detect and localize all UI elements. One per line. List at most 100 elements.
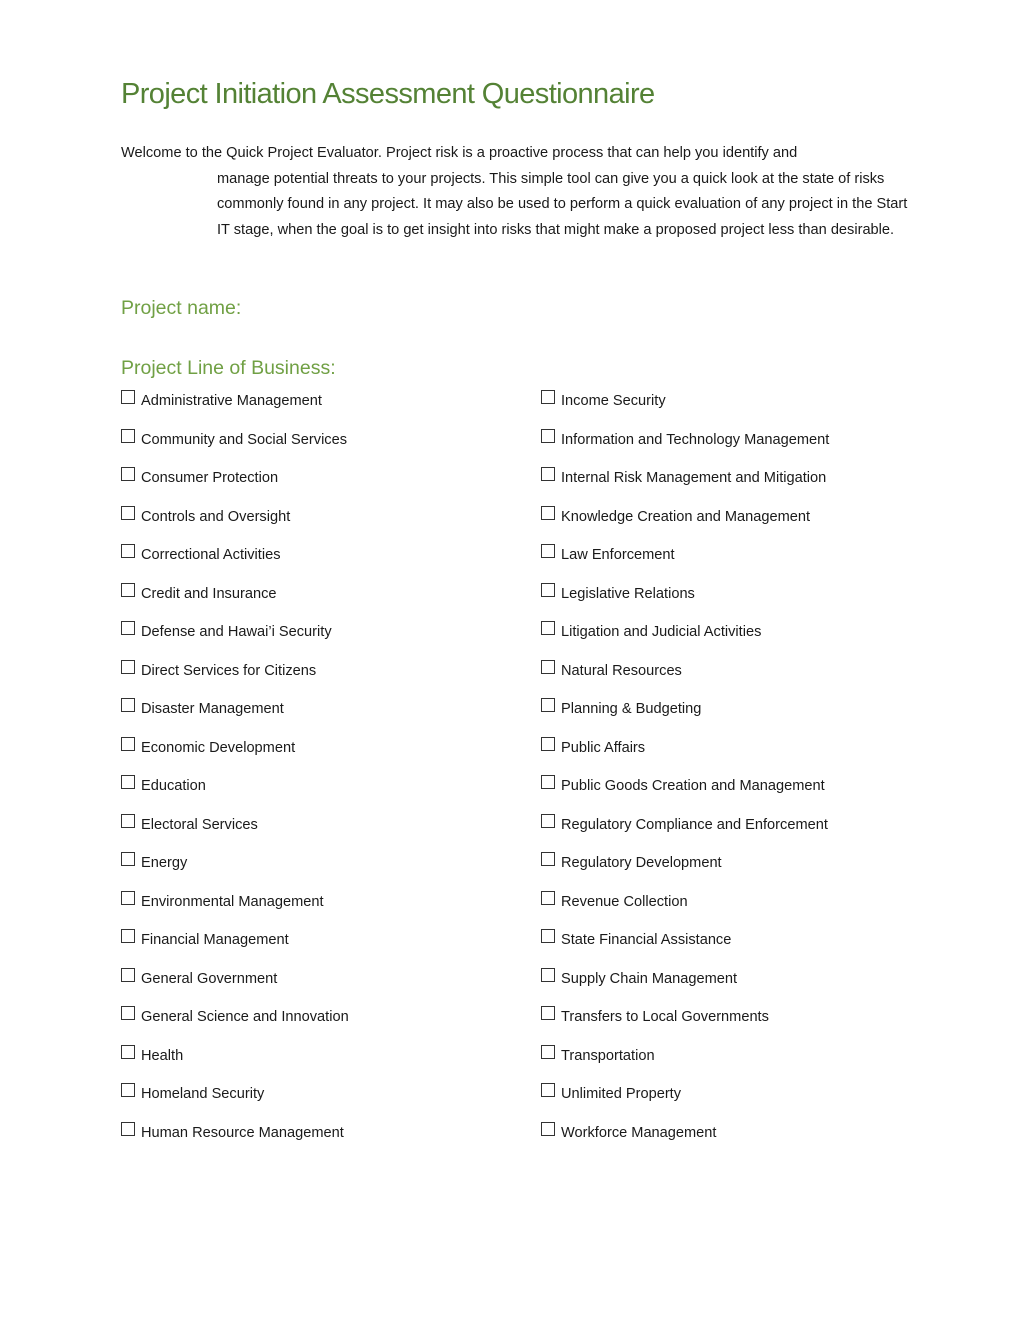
line-of-business-option[interactable]: Consumer Protection <box>121 465 521 504</box>
option-label: Correctional Activities <box>141 547 281 563</box>
checkbox-icon[interactable] <box>121 1006 135 1020</box>
line-of-business-option[interactable]: Disaster Management <box>121 696 521 735</box>
checkbox-icon[interactable] <box>121 467 135 481</box>
checkbox-icon[interactable] <box>121 428 135 443</box>
line-of-business-option[interactable]: Human Resource Management <box>121 1120 521 1159</box>
line-of-business-option[interactable]: Defense and Hawai’i Security <box>121 619 521 658</box>
checkbox-icon[interactable] <box>121 775 135 789</box>
line-of-business-option[interactable]: Direct Services for Citizens <box>121 658 521 697</box>
checkbox-icon[interactable] <box>121 505 135 520</box>
line-of-business-option[interactable]: Community and Social Services <box>121 427 521 466</box>
option-label: Unlimited Property <box>561 1086 682 1102</box>
option-label: Regulatory Development <box>561 855 722 871</box>
line-of-business-option[interactable]: Supply Chain Management <box>541 966 941 1005</box>
checkbox-icon[interactable] <box>121 852 135 866</box>
option-label: Law Enforcement <box>561 547 675 563</box>
option-label: Electoral Services <box>141 816 258 833</box>
checkbox-icon[interactable] <box>541 390 555 404</box>
line-of-business-option[interactable]: Education <box>121 773 521 812</box>
checkbox-icon[interactable] <box>541 736 555 751</box>
checkbox-icon[interactable] <box>121 1121 135 1136</box>
line-of-business-option[interactable]: Regulatory Development <box>541 850 941 889</box>
line-of-business-option[interactable]: Health <box>121 1043 521 1082</box>
line-of-business-option[interactable]: State Financial Assistance <box>541 927 941 966</box>
line-of-business-option[interactable]: General Science and Innovation <box>121 1004 521 1043</box>
checkbox-icon[interactable] <box>541 890 555 905</box>
checkbox-icon[interactable] <box>121 544 135 558</box>
line-of-business-option[interactable]: Regulatory Compliance and Enforcement <box>541 812 941 851</box>
line-of-business-option[interactable]: Information and Technology Management <box>541 427 941 466</box>
checkbox-icon[interactable] <box>121 582 135 597</box>
checkbox-icon[interactable] <box>121 1044 135 1059</box>
checkbox-icon[interactable] <box>541 1121 555 1136</box>
line-of-business-option[interactable]: Legislative Relations <box>541 581 941 620</box>
checkbox-icon[interactable] <box>541 698 555 712</box>
checkbox-icon[interactable] <box>121 1083 135 1097</box>
option-label: Income Security <box>561 393 666 409</box>
option-label: Disaster Management <box>141 701 284 717</box>
line-of-business-option[interactable]: Internal Risk Management and Mitigation <box>541 465 941 504</box>
checkbox-icon[interactable] <box>541 775 555 789</box>
line-of-business-option[interactable]: Law Enforcement <box>541 542 941 581</box>
line-of-business-option[interactable]: Revenue Collection <box>541 889 941 928</box>
line-of-business-option[interactable]: Homeland Security <box>121 1081 521 1120</box>
checkbox-icon[interactable] <box>541 967 555 982</box>
checkbox-icon[interactable] <box>541 467 555 481</box>
line-of-business-option[interactable]: Litigation and Judicial Activities <box>541 619 941 658</box>
option-label: State Financial Assistance <box>561 932 732 948</box>
line-of-business-option[interactable]: Transfers to Local Governments <box>541 1004 941 1043</box>
checkbox-icon[interactable] <box>541 505 555 520</box>
line-of-business-option[interactable]: Administrative Management <box>121 388 521 427</box>
option-label: Defense and Hawai’i Security <box>141 624 332 640</box>
option-label: Financial Management <box>141 932 289 948</box>
checkbox-icon[interactable] <box>121 929 135 943</box>
checkbox-icon[interactable] <box>541 428 555 443</box>
line-of-business-option[interactable]: Natural Resources <box>541 658 941 697</box>
option-label: Planning & Budgeting <box>561 701 702 717</box>
checkbox-icon[interactable] <box>121 621 135 635</box>
option-label: Environmental Management <box>141 893 324 910</box>
checkbox-icon[interactable] <box>541 813 555 828</box>
checkbox-icon[interactable] <box>121 967 135 982</box>
checkbox-icon[interactable] <box>121 659 135 674</box>
line-of-business-option[interactable]: Environmental Management <box>121 889 521 928</box>
checkbox-icon[interactable] <box>541 852 555 866</box>
line-of-business-option[interactable]: Energy <box>121 850 521 889</box>
line-of-business-option[interactable]: Correctional Activities <box>121 542 521 581</box>
line-of-business-option[interactable]: Controls and Oversight <box>121 504 521 543</box>
option-label: Revenue Collection <box>561 893 688 910</box>
checkbox-icon[interactable] <box>541 544 555 558</box>
checkbox-icon[interactable] <box>121 890 135 905</box>
line-of-business-option[interactable]: Credit and Insurance <box>121 581 521 620</box>
line-of-business-option[interactable]: Knowledge Creation and Management <box>541 504 941 543</box>
checkbox-icon[interactable] <box>121 813 135 828</box>
checkbox-icon[interactable] <box>541 621 555 635</box>
line-of-business-option[interactable]: Unlimited Property <box>541 1081 941 1120</box>
intro-paragraph: Welcome to the Quick Project Evaluator. … <box>121 141 911 243</box>
line-of-business-option[interactable]: Public Goods Creation and Management <box>541 773 941 812</box>
checkbox-icon[interactable] <box>541 1083 555 1097</box>
line-of-business-option[interactable]: General Government <box>121 966 521 1005</box>
line-of-business-option[interactable]: Public Affairs <box>541 735 941 774</box>
line-of-business-option[interactable]: Electoral Services <box>121 812 521 851</box>
option-label: Homeland Security <box>141 1086 265 1102</box>
checkbox-icon[interactable] <box>541 929 555 943</box>
checkbox-icon[interactable] <box>121 736 135 751</box>
line-of-business-option[interactable]: Transportation <box>541 1043 941 1082</box>
line-of-business-option[interactable]: Economic Development <box>121 735 521 774</box>
checkbox-icon[interactable] <box>121 390 135 404</box>
option-label: Direct Services for Citizens <box>141 662 317 679</box>
checkbox-icon[interactable] <box>541 1044 555 1059</box>
option-label: Legislative Relations <box>561 585 695 602</box>
line-of-business-option[interactable]: Income Security <box>541 388 941 427</box>
checkbox-icon[interactable] <box>121 698 135 712</box>
line-of-business-option[interactable]: Planning & Budgeting <box>541 696 941 735</box>
option-label: Internal Risk Management and Mitigation <box>561 470 827 486</box>
checkbox-icon[interactable] <box>541 1006 555 1020</box>
checkbox-icon[interactable] <box>541 659 555 674</box>
checkbox-icon[interactable] <box>541 582 555 597</box>
intro-continuation: manage potential threats to your project… <box>217 170 908 238</box>
line-of-business-option[interactable]: Workforce Management <box>541 1120 941 1159</box>
line-of-business-option[interactable]: Financial Management <box>121 927 521 966</box>
option-label: Administrative Management <box>141 393 322 409</box>
